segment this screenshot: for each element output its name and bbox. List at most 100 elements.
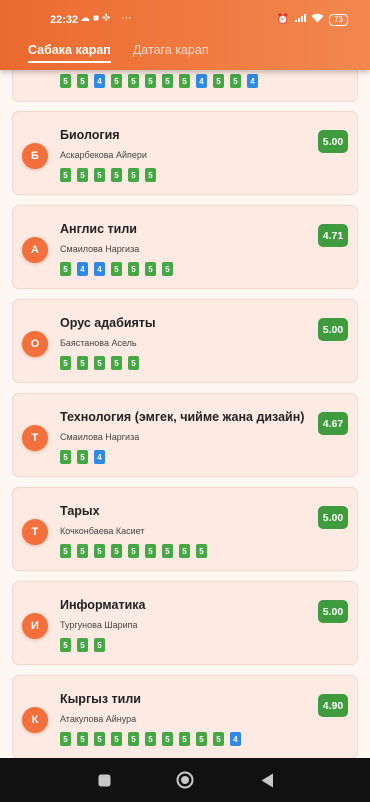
teacher-name: Смаилова Наргиза: [60, 432, 140, 442]
grade-chip: 5: [111, 168, 122, 182]
grade-chip: 5: [77, 356, 88, 370]
grade-chip: 5: [179, 74, 190, 88]
grade-chip: 5: [94, 638, 105, 652]
recents-button[interactable]: [93, 758, 115, 802]
grade-chip: 5: [179, 544, 190, 558]
grade-chip: 5: [94, 732, 105, 746]
grade-chip: 5: [60, 262, 71, 276]
subject-card[interactable]: Т Тарых Кочконбаева Касиет 555555555 5.0…: [12, 487, 358, 571]
grade-chip: 5: [111, 732, 122, 746]
grade-chip: 5: [162, 262, 173, 276]
subject-card[interactable]: О Орус адабияты Баястанова Асель 55555 5…: [12, 299, 358, 383]
subject-title: Орус адабияты: [60, 316, 156, 330]
subject-title: Технология (эмгек, чийме жана дизайн): [60, 410, 305, 424]
average-badge: 4.71: [318, 224, 348, 247]
teacher-name: Смаилова Наргиза: [60, 244, 140, 254]
subject-title: Кыргыз тили: [60, 692, 141, 706]
teacher-name: Аскарбекова Айпери: [60, 150, 147, 160]
grade-chip: 5: [128, 544, 139, 558]
subject-title: Информатика: [60, 598, 146, 612]
grade-chip: 4: [230, 732, 241, 746]
grade-chip: 4: [94, 450, 105, 464]
more-icon: ⋯: [121, 13, 132, 24]
status-bar: 22:32 ☁ ■ ✜ ⋯ ⏰ 73: [0, 10, 370, 30]
grade-chip: 5: [230, 74, 241, 88]
teacher-name: Тургунова Шарипа: [60, 620, 138, 630]
subject-card[interactable]: К Кыргыз тили Атакулова Айнура 555555555…: [12, 675, 358, 758]
battery-icon: 73: [329, 13, 348, 26]
grade-row: 554555554554: [60, 74, 258, 88]
grade-chip: 5: [77, 544, 88, 558]
tab-bar: Сабака карап Датага карап: [28, 43, 209, 63]
grade-chip: 5: [94, 168, 105, 182]
grade-chip: 5: [77, 732, 88, 746]
tab-by-lesson[interactable]: Сабака карап: [28, 43, 111, 63]
grade-chip: 5: [77, 638, 88, 652]
alarm-icon: ⏰: [276, 14, 290, 25]
grade-chip: 5: [111, 262, 122, 276]
grade-chip: 5: [60, 356, 71, 370]
grade-chip: 5: [213, 74, 224, 88]
average-badge: 4.90: [318, 694, 348, 717]
grade-row: 555555555: [60, 544, 207, 558]
average-badge: 4.67: [318, 412, 348, 435]
grade-chip: 5: [162, 544, 173, 558]
cloud-icon: ☁: [80, 13, 90, 24]
grade-chip: 5: [60, 450, 71, 464]
grade-chip: 5: [60, 544, 71, 558]
subject-avatar: Т: [22, 425, 48, 451]
home-button[interactable]: [174, 758, 196, 802]
average-badge: 5.00: [318, 506, 348, 529]
grade-chip: 5: [94, 356, 105, 370]
grade-row: 554: [60, 450, 105, 464]
grade-chip: 5: [94, 544, 105, 558]
grade-chip: 4: [247, 74, 258, 88]
subject-title: Тарых: [60, 504, 100, 518]
grade-row: 555: [60, 638, 105, 652]
notification-icons: ☁ ■ ✜ ⋯: [80, 13, 131, 24]
grade-chip: 5: [128, 168, 139, 182]
average-badge: 5.00: [318, 318, 348, 341]
grade-chip: 5: [60, 74, 71, 88]
grade-chip: 4: [94, 262, 105, 276]
grade-chip: 5: [145, 544, 156, 558]
app-header: 22:32 ☁ ■ ✜ ⋯ ⏰ 73 Сабака карап Датага к…: [0, 0, 370, 70]
grade-chip: 5: [60, 638, 71, 652]
subject-card[interactable]: Б Биология Аскарбекова Айпери 555555 5.0…: [12, 111, 358, 195]
grade-chip: 5: [213, 732, 224, 746]
subject-avatar: И: [22, 613, 48, 639]
subject-avatar: К: [22, 707, 48, 733]
app-icon: ■: [93, 13, 100, 24]
grade-chip: 5: [77, 168, 88, 182]
subject-card[interactable]: И Информатика Тургунова Шарипа 555 5.00: [12, 581, 358, 665]
grade-chip: 5: [128, 74, 139, 88]
grade-chip: 5: [179, 732, 190, 746]
grade-row: 555555: [60, 168, 156, 182]
status-time: 22:32: [50, 14, 79, 26]
grade-chip: 5: [145, 732, 156, 746]
grade-chip: 5: [196, 544, 207, 558]
subject-card[interactable]: А Англис тили Смаилова Наргиза 5445555 4…: [12, 205, 358, 289]
grade-chip: 5: [128, 262, 139, 276]
grade-chip: 5: [128, 356, 139, 370]
back-button[interactable]: [256, 758, 278, 802]
grade-chip: 5: [77, 450, 88, 464]
grade-chip: 5: [60, 732, 71, 746]
grade-chip: 4: [94, 74, 105, 88]
subject-title: Англис тили: [60, 222, 137, 236]
teacher-name: Атакулова Айнура: [60, 714, 137, 724]
system-nav-bar: [0, 758, 370, 802]
grade-row: 5445555: [60, 262, 173, 276]
subject-list[interactable]: 554555554554 Б Биология Аскарбекова Айпе…: [0, 0, 370, 758]
grade-chip: 5: [60, 168, 71, 182]
grade-chip: 5: [196, 732, 207, 746]
grade-chip: 5: [162, 732, 173, 746]
average-badge: 5.00: [318, 600, 348, 623]
grade-chip: 5: [111, 356, 122, 370]
subject-avatar: Б: [22, 143, 48, 169]
grade-chip: 5: [145, 74, 156, 88]
subject-avatar: Т: [22, 519, 48, 545]
subject-title: Биология: [60, 128, 120, 142]
tab-by-date[interactable]: Датага карап: [133, 43, 209, 63]
subject-card[interactable]: Т Технология (эмгек, чийме жана дизайн) …: [12, 393, 358, 477]
